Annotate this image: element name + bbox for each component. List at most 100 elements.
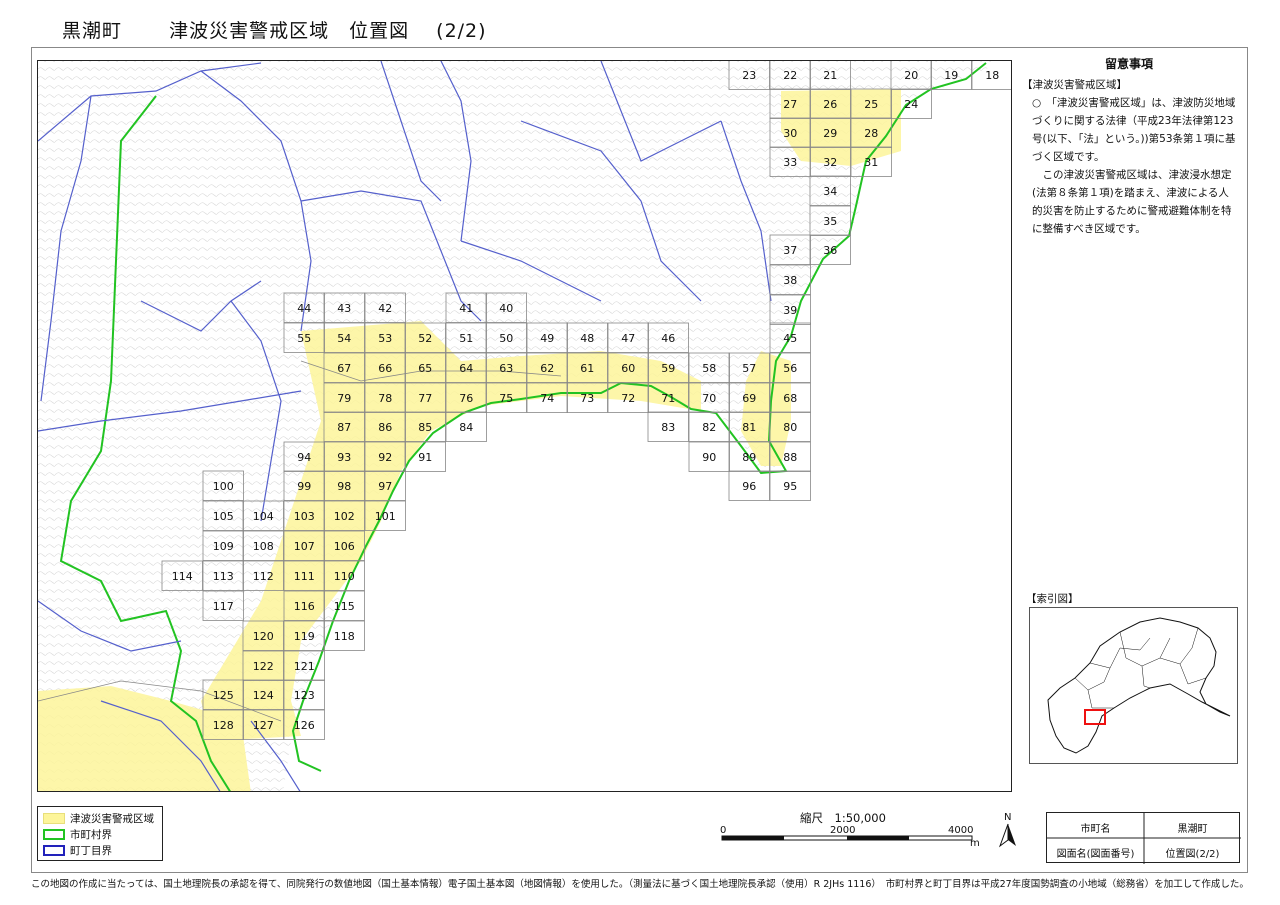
grid-cell-label: 125 [213,689,234,702]
grid-cell-label: 24 [904,98,918,111]
grid-cell-label: 86 [378,421,392,434]
grid-cell-label: 62 [540,362,554,375]
grid-cell-label: 25 [864,98,878,111]
grid-cell-label: 117 [213,600,234,613]
grid-cell-label: 89 [742,451,756,464]
grid-cell-label: 38 [783,274,797,287]
grid-cell-label: 58 [702,362,716,375]
grid-cell-label: 108 [253,540,274,553]
grid-cell-label: 110 [334,570,355,583]
prefecture-outline [1047,617,1231,754]
grid-cell-label: 106 [334,540,355,553]
grid-cell-label: 104 [253,510,274,523]
info-value-sheet: 位置図(2/2) [1165,849,1220,860]
scale-tick-0: 0 [720,825,727,836]
grid-cell-label: 123 [294,689,315,702]
grid-cell-label: 34 [823,185,837,198]
grid-cell-label: 44 [297,302,311,315]
notes-heading: 留意事項 [1104,57,1153,71]
legend-swatch-district [43,845,65,856]
grid-cell-label: 37 [783,244,797,257]
grid-cell-label: 81 [742,421,756,434]
grid-cell-label: 84 [459,421,473,434]
grid-cell-label: 128 [213,719,234,732]
grid-cell-label: 118 [334,630,355,643]
legend: 津波災害警戒区域 市町村界 町丁目界 [37,806,163,861]
grid-cell-label: 26 [823,98,837,111]
grid-cell-label: 90 [702,451,716,464]
grid-cell-label: 87 [337,421,351,434]
grid-cell-label: 56 [783,362,797,375]
grid-cell-label: 23 [742,69,756,82]
scale-tick-2000: 2000 [830,825,856,836]
page-title: 黒潮町 津波災害警戒区域 位置図 (2/2) [62,20,487,42]
grid-cell-label: 69 [742,392,756,405]
grid-cell-label: 114 [172,570,193,583]
grid-cell-label: 121 [294,660,315,673]
grid-cell-label: 88 [783,451,797,464]
grid-cell-label: 39 [783,304,797,317]
grid-cell-label: 30 [783,127,797,140]
grid-cell-label: 94 [297,451,311,464]
grid-cell-label: 28 [864,127,878,140]
grid-cell-label: 63 [499,362,513,375]
grid-cell-label: 22 [783,69,797,82]
grid-cell-label: 70 [702,392,716,405]
grid-cell-label: 72 [621,392,635,405]
grid-cell-label: 68 [783,392,797,405]
grid-cell-label: 100 [213,480,234,493]
grid-cell-label: 33 [783,156,797,169]
grid-cell-label: 78 [378,392,392,405]
land-area [38,61,991,791]
grid-cell-label: 91 [418,451,432,464]
grid-cell-label: 19 [944,69,958,82]
index-map-title: 【索引図】 [1026,593,1079,605]
grid-cell-label: 98 [337,480,351,493]
grid-cell-label: 96 [742,480,756,493]
grid-cell-label: 83 [661,421,675,434]
grid-cell-label: 66 [378,362,392,375]
grid-cell-label: 127 [253,719,274,732]
grid-cell-label: 82 [702,421,716,434]
grid-cell-label: 65 [418,362,432,375]
grid-cell-label: 35 [823,215,837,228]
scale-tick-4000: 4000 [948,825,974,836]
info-table: 市町名 黒潮町 図面名(図面番号) 位置図(2/2) [1046,812,1241,864]
grid-cell-label: 53 [378,332,392,345]
grid-cell-label: 126 [294,719,315,732]
grid-cell-label: 29 [823,127,837,140]
north-label: N [1004,812,1012,823]
grid-cell-label: 111 [294,570,315,583]
grid-cell-label: 80 [783,421,797,434]
grid-cell-label: 59 [661,362,675,375]
grid-cell-label: 105 [213,510,234,523]
notes-para-2: この津波災害警戒区域は、津波浸水想定(法第８条第１項)を踏まえ、津波による人的災… [1032,169,1232,235]
grid-cell-label: 42 [378,302,392,315]
grid-cell-label: 18 [985,69,999,82]
legend-item-district: 町丁目界 [43,843,112,858]
grid-cell-label: 74 [540,392,554,405]
info-key-sheet: 図面名(図面番号) [1056,849,1135,860]
grid-cell-label: 54 [337,332,351,345]
grid-cell-label: 107 [294,540,315,553]
grid-cell-label: 93 [337,451,351,464]
grid-cell-label: 20 [904,69,918,82]
grid-cell-label: 109 [213,540,234,553]
notes-section: 【津波災害警戒区域】 [1022,79,1127,91]
grid-cell-label: 71 [661,392,675,405]
info-key-town: 市町名 [1080,824,1111,835]
grid-cell-label: 61 [580,362,594,375]
grid-cell-label: 47 [621,332,635,345]
grid-cell-label: 43 [337,302,351,315]
grid-cell-label: 116 [294,600,315,613]
index-map[interactable] [1029,607,1238,764]
north-arrow: N [995,812,1021,848]
grid-cell-label: 49 [540,332,554,345]
footer-note: この地図の作成に当たっては、国土地理院長の承認を得て、同院発行の数値地図（国土基… [31,879,1249,890]
notes-panel: 留意事項 【津波災害警戒区域】 ○ 「津波災害警戒区域」は、津波防災地域づくりに… [1022,55,1236,238]
legend-item-municipal: 市町村界 [43,827,112,842]
grid-cell-label: 52 [418,332,432,345]
grid-cell-label: 57 [742,362,756,375]
grid-cell-label: 75 [499,392,513,405]
map-panel[interactable]: 23 22 21 20 19 18 27 26 25 24 30 29 28 33 32 31 34 35 37 36… [37,60,1012,792]
